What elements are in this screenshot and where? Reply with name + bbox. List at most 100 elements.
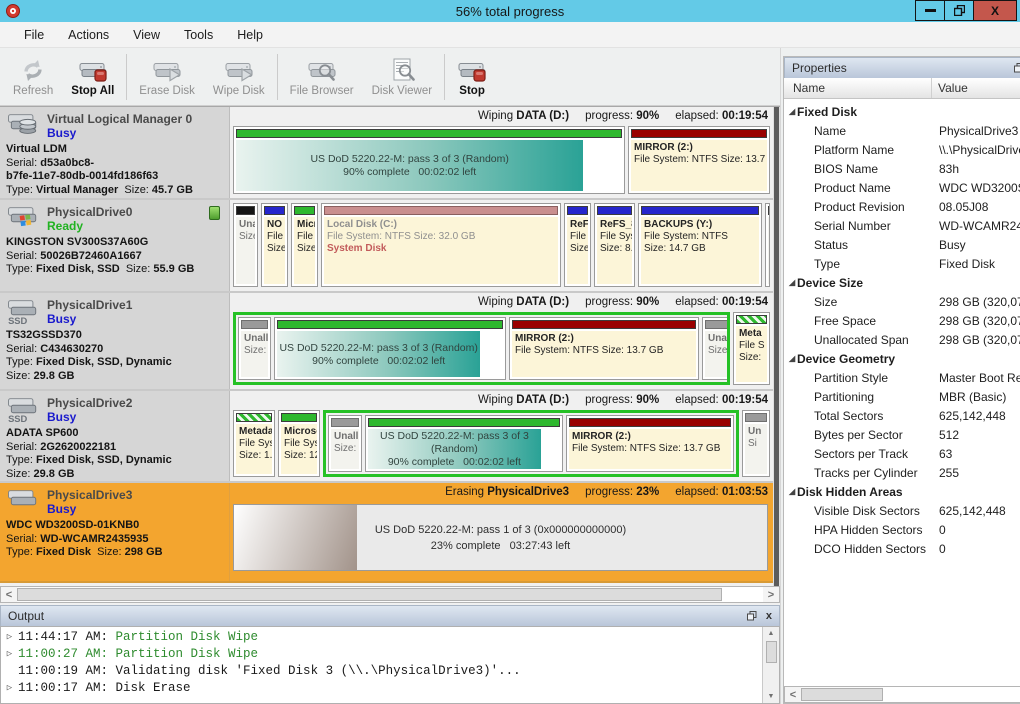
disk-list-horizontal-scrollbar[interactable]: < > [0,586,780,603]
partition-unallc[interactable]: UnallcSize: 9 [238,317,271,380]
partition-type-bar [236,129,622,138]
scroll-up-arrow-icon[interactable]: ▲ [768,629,775,638]
partition-metada[interactable]: MetadaFile SystSize: 1.0 [233,410,275,477]
scroll-right-arrow-icon[interactable]: > [763,587,779,602]
drive-info-physicaldrive0[interactable]: PhysicalDrive0ReadyKINGSTON SV300S37A60G… [0,200,230,291]
scrollbar-thumb[interactable] [766,641,777,663]
scroll-down-arrow-icon[interactable]: ▼ [768,692,775,701]
menu-item-actions[interactable]: Actions [56,22,121,48]
float-panel-icon[interactable] [1014,63,1020,73]
partition-refs-8g[interactable]: ReFS_8GFile SysteSize: 8.00 [594,203,635,287]
partition-no-n[interactable]: NO NFile SSize: [261,203,288,287]
drive-header: SSDPhysicalDrive1Busy [6,296,223,327]
partition-unall[interactable]: UnallSize: ( [328,415,362,472]
drive-info-virtual-logical-manager-0[interactable]: Virtual Logical Manager 0BusyVirtual LDM… [0,107,230,198]
scrollbar-track[interactable] [883,687,1020,702]
partition-u[interactable]: USi [765,203,770,287]
scroll-left-arrow-icon[interactable]: < [785,687,801,702]
log-line-1[interactable]: ▷11:44:17 AM: Partition Disk Wipe [1,629,762,646]
restore-button[interactable] [944,0,974,21]
wipe-progress-fill: US DoD 5220.22-M: pass 3 of 3 (Random)90… [236,140,583,191]
partition-wipe-progress[interactable]: US DoD 5220.22-M: pass 3 of 3 (Random)90… [274,317,506,380]
drive-row-physicaldrive1[interactable]: SSDPhysicalDrive1BusyTS32GSSD370Serial: … [0,293,773,391]
drive-row-virtual-logical-manager-0[interactable]: Virtual Logical Manager 0BusyVirtual LDM… [0,107,773,200]
property-bytes-per-sector: Bytes per Sector512 [784,425,1020,444]
collapse-triangle-icon[interactable]: ◢ [784,278,797,287]
toolbar-button-disk-viewer[interactable]: Disk Viewer [363,50,442,104]
close-button[interactable]: X [973,0,1017,21]
property-value: Fixed Disk [932,257,1020,271]
partition-meta[interactable]: MetaFile SSize: [733,312,770,385]
partition-un[interactable]: UnSi [742,410,770,477]
scrollbar-thumb[interactable] [801,688,883,701]
property-group-device-geometry[interactable]: ◢Device Geometry [784,349,1020,368]
property-group-disk-hidden-areas[interactable]: ◢Disk Hidden Areas [784,482,1020,501]
partition-type-bar [331,418,359,427]
output-vertical-scrollbar[interactable]: ▲ ▼ [762,627,779,703]
float-panel-icon[interactable] [747,611,757,621]
drive-row-physicaldrive3[interactable]: PhysicalDrive3BusyWDC WD3200SD-01KNB0Ser… [0,483,773,583]
toolbar-button-stop[interactable]: Stop [448,50,496,104]
property-group-device-size[interactable]: ◢Device Size [784,273,1020,292]
disk-list: Virtual Logical Manager 0BusyVirtual LDM… [0,107,773,586]
column-header-name[interactable]: Name [784,78,932,98]
expand-arrow-icon[interactable]: ▷ [1,629,18,646]
scrollbar-thumb[interactable] [774,107,779,586]
scroll-left-arrow-icon[interactable]: < [1,587,17,602]
drive-row-physicaldrive0[interactable]: PhysicalDrive0ReadyKINGSTON SV300S37A60G… [0,200,773,293]
partition-local-disk-c[interactable]: Local Disk (C:)File System: NTFS Size: 3… [321,203,561,287]
partition-line: Size: 1 [297,243,312,255]
property-value: 83h [932,162,1020,176]
drive-info-line: Serial: 2G2620022181 [6,441,223,455]
toolbar-button-file-browser[interactable]: File Browser [281,50,363,104]
partition-unall[interactable]: UnallSize: ( [233,203,258,287]
drive-info-physicaldrive2[interactable]: SSDPhysicalDrive2BusyADATA SP600Serial: … [0,391,230,481]
drive-info-physicaldrive1[interactable]: SSDPhysicalDrive1BusyTS32GSSD370Serial: … [0,293,230,389]
log-line-2[interactable]: ▷11:00:27 AM: Partition Disk Wipe [1,646,762,663]
close-panel-icon[interactable]: x [766,611,772,621]
toolbar-button-erase-disk[interactable]: Erase Disk [130,50,204,104]
titlebar: 56% total progress X [0,0,1020,22]
erase-progress-block[interactable]: US DoD 5220.22-M: pass 1 of 3 (0x0000000… [233,504,768,571]
partition-mirror-2[interactable]: MIRROR (2:)File System: NTFS Size: 13.7 … [566,415,734,472]
scrollbar-thumb[interactable] [17,588,722,601]
disk-list-vertical-scrollbar[interactable] [773,107,780,586]
drive-row-physicaldrive2[interactable]: SSDPhysicalDrive2BusyADATA SP600Serial: … [0,391,773,483]
partition-refs[interactable]: ReFSFile SSize: [564,203,591,287]
partition-mirror-2[interactable]: MIRROR (2:)File System: NTFS Size: 13.7 … [509,317,699,380]
partition-line: Size: 9 [244,345,265,357]
partition-mirror-2[interactable]: MIRROR (2:)File System: NTFS Size: 13.7 … [628,126,770,194]
partition-micro[interactable]: MicroFile SySize: 1 [291,203,318,287]
partition-name: Un [748,426,764,438]
partition-wipe-progress[interactable]: US DoD 5220.22-M: pass 3 of 3(Random)90%… [365,415,563,472]
property-value: 625,142,448 [932,504,1020,518]
partition-body: UnallSize: ( [331,429,359,469]
toolbar-button-wipe-disk[interactable]: Wipe Disk [204,50,274,104]
collapse-triangle-icon[interactable]: ◢ [784,354,797,363]
log-line-4[interactable]: ▷11:00:17 AM: Disk Erase [1,680,762,697]
partition-wipe-progress[interactable]: US DoD 5220.22-M: pass 3 of 3 (Random)90… [233,126,625,194]
menu-item-help[interactable]: Help [225,22,275,48]
partition-unallc[interactable]: UnallcSize: 1 [702,317,730,380]
properties-horizontal-scrollbar[interactable]: < > [784,686,1020,703]
partition-name: NO N [267,219,282,231]
partition-backups-y[interactable]: BACKUPS (Y:)File System: NTFSSize: 14.7 … [638,203,762,287]
expand-arrow-icon[interactable]: ▷ [1,680,18,697]
drive-title: Virtual Logical Manager 0 [47,110,192,126]
column-header-value[interactable]: Value [932,78,1020,98]
menu-item-view[interactable]: View [121,22,172,48]
expand-arrow-icon[interactable]: ▷ [1,646,18,663]
partition-line: Size: 8.00 [600,243,629,255]
minimize-button[interactable] [915,0,945,21]
property-group-fixed-disk[interactable]: ◢Fixed Disk [784,102,1020,121]
drive-info-physicaldrive3[interactable]: PhysicalDrive3BusyWDC WD3200SD-01KNB0Ser… [0,483,230,581]
menu-item-file[interactable]: File [12,22,56,48]
collapse-triangle-icon[interactable]: ◢ [784,487,797,496]
collapse-triangle-icon[interactable]: ◢ [784,107,797,116]
menu-item-tools[interactable]: Tools [172,22,225,48]
partition-microso[interactable]: MicrosoFile SystSize: 12 [278,410,320,477]
toolbar-button-stop-all[interactable]: Stop All [62,50,123,104]
partition-line: File System: NTFS Size: 13.7 GB [572,443,728,455]
toolbar-button-refresh[interactable]: Refresh [4,50,62,104]
scrollbar-track[interactable] [722,587,763,602]
